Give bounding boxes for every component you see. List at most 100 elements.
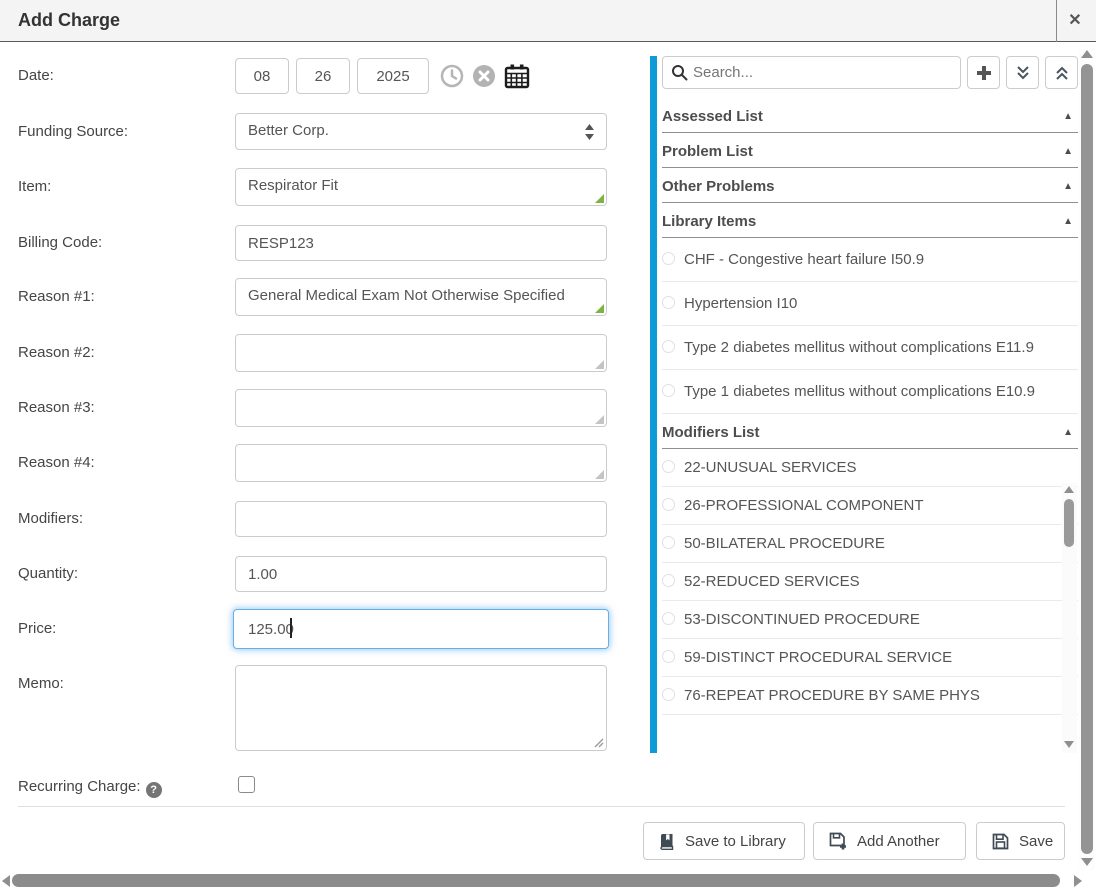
reason1-label: Reason #1: bbox=[18, 288, 95, 305]
resize-grip-icon[interactable] bbox=[592, 736, 604, 748]
collapse-arrow-icon: ▲ bbox=[1063, 181, 1073, 192]
date-month-input[interactable] bbox=[235, 58, 289, 94]
resize-grip-icon[interactable] bbox=[595, 304, 604, 313]
radio-bullet-icon bbox=[662, 536, 675, 549]
section-library-items[interactable]: Library Items ▲ bbox=[662, 203, 1078, 238]
section-title: Problem List bbox=[662, 143, 753, 160]
list-item-label: 59-DISTINCT PROCEDURAL SERVICE bbox=[684, 647, 952, 668]
reason3-field[interactable] bbox=[235, 389, 607, 427]
list-item[interactable]: 26-PROFESSIONAL COMPONENT bbox=[662, 487, 1078, 525]
search-input[interactable] bbox=[662, 56, 961, 89]
radio-bullet-icon bbox=[662, 612, 675, 625]
collapse-arrow-icon: ▲ bbox=[1063, 111, 1073, 122]
funding-source-select[interactable]: Better Corp. bbox=[235, 113, 607, 150]
vertical-scrollbar-thumb[interactable] bbox=[1081, 64, 1093, 854]
plus-icon bbox=[975, 64, 993, 82]
expand-all-button[interactable] bbox=[1006, 56, 1039, 89]
save-to-library-button[interactable]: Save to Library bbox=[643, 822, 805, 860]
list-item-label: 26-PROFESSIONAL COMPONENT bbox=[684, 495, 924, 516]
add-another-button[interactable]: Add Another bbox=[813, 822, 966, 860]
radio-bullet-icon bbox=[662, 296, 675, 309]
radio-bullet-icon bbox=[662, 460, 675, 473]
section-problem-list[interactable]: Problem List ▲ bbox=[662, 133, 1078, 168]
modifiers-label: Modifiers: bbox=[18, 510, 83, 527]
reason1-value: General Medical Exam Not Otherwise Speci… bbox=[248, 287, 565, 304]
list-item-label: 22-UNUSUAL SERVICES bbox=[684, 457, 857, 478]
header-divider bbox=[1056, 0, 1057, 42]
funding-source-value: Better Corp. bbox=[248, 122, 329, 139]
save-plus-icon bbox=[828, 831, 848, 851]
memo-field[interactable] bbox=[235, 665, 607, 751]
radio-bullet-icon bbox=[662, 340, 675, 353]
radio-bullet-icon bbox=[662, 574, 675, 587]
list-item-label: CHF - Congestive heart failure I50.9 bbox=[684, 246, 924, 273]
clock-icon[interactable] bbox=[440, 64, 464, 88]
scroll-down-arrow-icon[interactable] bbox=[1064, 741, 1074, 748]
help-icon[interactable]: ? bbox=[146, 782, 162, 798]
resize-grip-icon[interactable] bbox=[595, 415, 604, 424]
scroll-left-arrow-icon[interactable] bbox=[2, 875, 10, 887]
scroll-up-arrow-icon[interactable] bbox=[1081, 50, 1093, 58]
resize-grip-icon[interactable] bbox=[595, 470, 604, 479]
quantity-label: Quantity: bbox=[18, 565, 78, 582]
inner-scrollbar-thumb[interactable] bbox=[1064, 499, 1074, 547]
save-button[interactable]: Save bbox=[976, 822, 1065, 860]
list-item[interactable]: 50-BILATERAL PROCEDURE bbox=[662, 525, 1078, 563]
date-day-input[interactable] bbox=[296, 58, 350, 94]
list-item[interactable]: 22-UNUSUAL SERVICES bbox=[662, 449, 1078, 487]
add-code-button[interactable] bbox=[967, 56, 1000, 89]
calendar-icon[interactable] bbox=[504, 63, 530, 89]
list-item[interactable]: Hypertension I10 bbox=[662, 282, 1078, 326]
reason1-field[interactable]: General Medical Exam Not Otherwise Speci… bbox=[235, 278, 607, 316]
section-other-problems[interactable]: Other Problems ▲ bbox=[662, 168, 1078, 203]
reason2-field[interactable] bbox=[235, 334, 607, 372]
list-item-label: 76-REPEAT PROCEDURE BY SAME PHYS bbox=[684, 685, 980, 706]
close-icon[interactable]: ✕ bbox=[1062, 9, 1088, 33]
quantity-input[interactable] bbox=[235, 556, 607, 592]
list-item[interactable]: 76-REPEAT PROCEDURE BY SAME PHYS bbox=[662, 677, 1078, 715]
modifiers-input[interactable] bbox=[235, 501, 607, 537]
section-modifiers-list[interactable]: Modifiers List ▲ bbox=[662, 414, 1078, 449]
section-assessed-list[interactable]: Assessed List ▲ bbox=[662, 98, 1078, 133]
horizontal-scrollbar[interactable] bbox=[0, 871, 1096, 892]
add-charge-dialog: Add Charge ✕ Date: Funding Source: Bette… bbox=[0, 0, 1096, 892]
collapse-arrow-icon: ▲ bbox=[1063, 427, 1073, 438]
list-item-label: 53-DISCONTINUED PROCEDURE bbox=[684, 609, 920, 630]
resize-grip-icon[interactable] bbox=[595, 194, 604, 203]
vertical-scrollbar[interactable] bbox=[1079, 44, 1095, 870]
item-field[interactable]: Respirator Fit bbox=[235, 168, 607, 206]
list-item-label: 52-REDUCED SERVICES bbox=[684, 571, 860, 592]
list-item[interactable]: 53-DISCONTINUED PROCEDURE bbox=[662, 601, 1078, 639]
collapse-arrow-icon: ▲ bbox=[1063, 216, 1073, 227]
resize-grip-icon[interactable] bbox=[595, 360, 604, 369]
scroll-down-arrow-icon[interactable] bbox=[1081, 858, 1093, 866]
list-item[interactable]: Type 2 diabetes mellitus without complic… bbox=[662, 326, 1078, 370]
radio-bullet-icon bbox=[662, 252, 675, 265]
add-another-label: Add Another bbox=[857, 833, 940, 850]
scroll-up-arrow-icon[interactable] bbox=[1064, 486, 1074, 493]
double-chevron-down-icon bbox=[1015, 65, 1031, 81]
list-item[interactable]: CHF - Congestive heart failure I50.9 bbox=[662, 238, 1078, 282]
save-to-library-label: Save to Library bbox=[685, 833, 786, 850]
inner-list-scrollbar[interactable] bbox=[1062, 483, 1077, 753]
list-item[interactable]: Type 1 diabetes mellitus without complic… bbox=[662, 370, 1078, 414]
list-item-label: 50-BILATERAL PROCEDURE bbox=[684, 533, 885, 554]
scroll-right-arrow-icon[interactable] bbox=[1074, 875, 1082, 887]
save-label: Save bbox=[1019, 833, 1053, 850]
clear-icon[interactable] bbox=[472, 64, 496, 88]
search-icon bbox=[671, 64, 688, 81]
list-item-label: Hypertension I10 bbox=[684, 290, 797, 317]
reason2-label: Reason #2: bbox=[18, 344, 95, 361]
list-item[interactable]: 52-REDUCED SERVICES bbox=[662, 563, 1078, 601]
date-year-input[interactable] bbox=[357, 58, 429, 94]
reason4-field[interactable] bbox=[235, 444, 607, 482]
billing-code-input[interactable] bbox=[235, 225, 607, 261]
radio-bullet-icon bbox=[662, 688, 675, 701]
recurring-charge-checkbox[interactable] bbox=[238, 776, 255, 793]
collapse-all-button[interactable] bbox=[1045, 56, 1078, 89]
save-icon bbox=[991, 832, 1010, 851]
horizontal-scrollbar-thumb[interactable] bbox=[12, 874, 1060, 887]
list-item[interactable]: 59-DISTINCT PROCEDURAL SERVICE bbox=[662, 639, 1078, 677]
recurring-charge-text: Recurring Charge: bbox=[18, 778, 141, 795]
section-title: Assessed List bbox=[662, 108, 763, 125]
